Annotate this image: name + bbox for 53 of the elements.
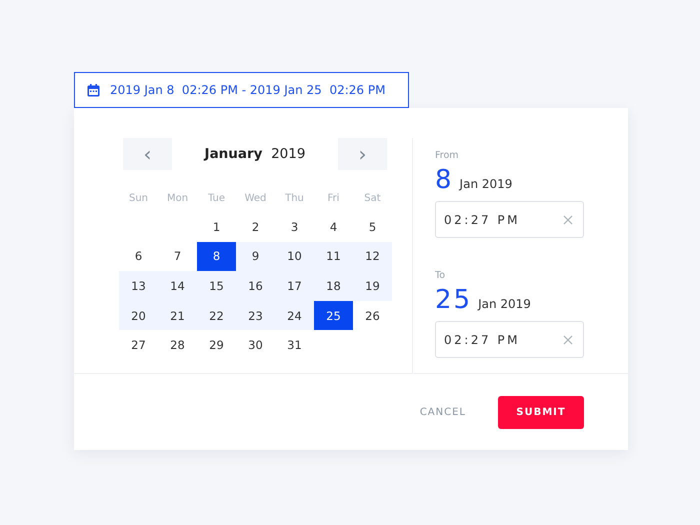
- month-year: Jan 2019: [460, 177, 512, 191]
- calendar-day[interactable]: 10: [275, 242, 314, 272]
- selected-day: 8: [435, 165, 454, 195]
- calendar-day[interactable]: 5: [353, 212, 392, 242]
- calendar-day[interactable]: 20: [119, 300, 158, 330]
- calendar-day[interactable]: 28: [158, 330, 197, 360]
- clear-icon[interactable]: [563, 214, 573, 224]
- calendar-day[interactable]: 2: [236, 212, 275, 242]
- weekday-label: Sun: [128, 192, 150, 206]
- calendar-day[interactable]: 19: [353, 271, 392, 301]
- from-label: From: [435, 150, 460, 161]
- calendar-day[interactable]: 6: [119, 242, 158, 272]
- calendar-day[interactable]: 18: [314, 271, 353, 301]
- calendar-day[interactable]: 9: [236, 242, 275, 272]
- weekday-label: Thu: [284, 192, 305, 206]
- calendar-day[interactable]: 29: [197, 330, 236, 360]
- calendar-day[interactable]: 21: [158, 300, 197, 330]
- submit-button[interactable]: SUBMIT: [498, 396, 584, 428]
- calendar-day[interactable]: 25: [314, 300, 353, 330]
- calendar-day[interactable]: 8: [197, 242, 236, 272]
- calendar-day[interactable]: 24: [275, 300, 314, 330]
- calendar-day[interactable]: 15: [197, 271, 236, 301]
- selected-day: 25: [435, 285, 472, 315]
- calendar-day[interactable]: 14: [158, 271, 197, 301]
- calendar-day[interactable]: 30: [236, 330, 275, 360]
- weekday-label: Sat: [363, 192, 382, 206]
- weekday-label: Tue: [206, 192, 226, 206]
- calendar-day[interactable]: 27: [119, 330, 158, 360]
- month-year: Jan 2019: [478, 297, 531, 311]
- calendar-day[interactable]: 1: [197, 212, 236, 242]
- calendar-day[interactable]: 3: [275, 212, 314, 242]
- weekday-label: Wed: [244, 192, 268, 206]
- calendar-icon: [87, 84, 100, 96]
- calendar-day[interactable]: 31: [275, 330, 314, 360]
- time-field[interactable]: 02:27 PM: [435, 201, 584, 238]
- calendar-day[interactable]: 12: [353, 242, 392, 272]
- to-label: To: [435, 270, 446, 281]
- month-title: January 2019: [204, 146, 306, 162]
- calendar-day[interactable]: 16: [236, 271, 275, 301]
- calendar-day[interactable]: 4: [314, 212, 353, 242]
- calendar-day[interactable]: 11: [314, 242, 353, 272]
- date-range-field[interactable]: 2019 Jan 8 02:26 PM - 2019 Jan 25 02:26 PM: [74, 72, 409, 108]
- calendar-day[interactable]: 23: [236, 300, 275, 330]
- date-range-text: 2019 Jan 8 02:26 PM - 2019 Jan 25 02:26 PM: [110, 83, 386, 97]
- weekday-label: Fri: [326, 192, 340, 206]
- clear-icon[interactable]: [563, 334, 573, 344]
- calendar-day[interactable]: 17: [275, 271, 314, 301]
- weekday-label: Mon: [166, 192, 190, 206]
- calendar-day[interactable]: 7: [158, 242, 197, 272]
- calendar-day[interactable]: 26: [353, 300, 392, 330]
- calendar-day[interactable]: 13: [119, 271, 158, 301]
- calendar-day[interactable]: 22: [197, 300, 236, 330]
- time-field[interactable]: 02:27 PM: [435, 321, 584, 358]
